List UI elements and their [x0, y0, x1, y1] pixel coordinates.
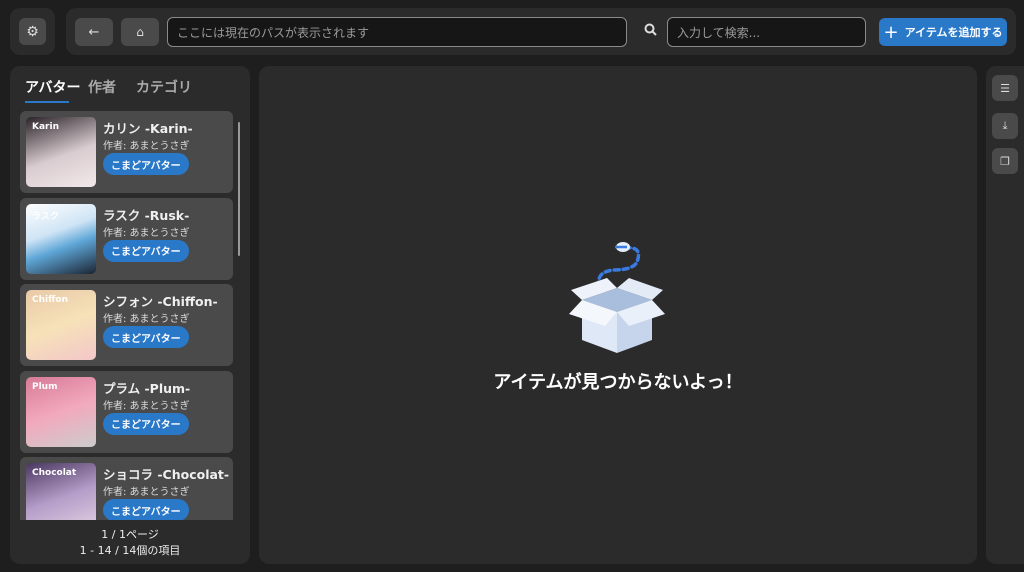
- item-count: 1 - 14 / 14個の項目: [79, 544, 181, 557]
- back-button[interactable]: ←: [75, 18, 113, 46]
- avatar-thumbnail: Chocolat: [26, 463, 96, 520]
- empty-box-icon: [567, 238, 667, 358]
- item-author: 作者: あまとうさぎ: [103, 141, 190, 152]
- download-icon: ⤓: [1002, 119, 1008, 132]
- item-name: ラスク -Rusk-: [103, 207, 190, 223]
- category-badge[interactable]: こまどアバター: [103, 153, 189, 175]
- home-button[interactable]: ⌂: [121, 18, 159, 46]
- item-name: ショコラ -Chocolat-: [103, 467, 230, 482]
- settings-panel: ⚙: [10, 8, 55, 55]
- active-tab-indicator: [25, 101, 69, 103]
- import-button[interactable]: ⤓: [992, 113, 1018, 139]
- avatar-item[interactable]: ラスク ラスク -Rusk- 作者: あまとうさぎ こまどアバター: [20, 197, 233, 280]
- avatar-thumbnail: ラスク: [26, 203, 96, 274]
- scrollbar[interactable]: [238, 122, 240, 256]
- path-input[interactable]: ここには現在のパスが表示されます: [167, 17, 627, 47]
- avatar-item[interactable]: Chiffon シフォン -Chiffon- 作者: あまとうさぎ こまどアバタ…: [20, 284, 233, 366]
- page-indicator: 1 / 1ページ: [101, 528, 159, 541]
- arrow-left-icon: ←: [88, 24, 100, 40]
- avatar-thumbnail: Plum: [26, 376, 96, 447]
- open-folder-button[interactable]: ❐: [992, 148, 1018, 174]
- toolbar: ← ⌂ ここには現在のパスが表示されます 入力して検索... + アイテムを追加す…: [66, 8, 1016, 55]
- tab-avatar[interactable]: アバター: [25, 77, 80, 97]
- category-badge[interactable]: こまどアバター: [103, 499, 189, 520]
- category-badge[interactable]: こまどアバター: [103, 239, 189, 262]
- item-name: シフォン -Chiffon-: [103, 294, 218, 309]
- item-author: 作者: あまとうさぎ: [103, 487, 190, 498]
- avatar-item[interactable]: Karin カリン -Karin- 作者: あまとうさぎ こまどアバター: [20, 111, 233, 193]
- avatar-item[interactable]: Plum プラム -Plum- 作者: あまとうさぎ こまどアバター: [20, 370, 233, 453]
- category-badge[interactable]: こまどアバター: [103, 412, 189, 435]
- item-author: 作者: あまとうさぎ: [103, 314, 190, 325]
- empty-message: アイテムが見つからないよっ！: [493, 372, 743, 393]
- avatar-item[interactable]: Chocolat ショコラ -Chocolat- 作者: あまとうさぎ こまどア…: [20, 457, 233, 520]
- plus-icon: +: [883, 21, 899, 43]
- category-badge[interactable]: こまどアバター: [103, 326, 189, 348]
- search-icon: [643, 22, 659, 38]
- avatar-thumbnail: Chiffon: [26, 290, 96, 360]
- tab-category[interactable]: カテゴリ: [136, 77, 192, 97]
- settings-button[interactable]: ⚙: [19, 18, 46, 45]
- item-name: プラム -Plum-: [103, 380, 191, 396]
- avatar-thumbnail: Karin: [26, 117, 96, 187]
- add-item-button[interactable]: + アイテムを追加する: [879, 18, 1007, 46]
- item-author: 作者: あまとうさぎ: [103, 227, 190, 239]
- right-toolbar: ☰ ⤓ ❐: [986, 66, 1024, 564]
- item-list: Karin カリン -Karin- 作者: あまとうさぎ こまどアバター ラスク …: [10, 108, 250, 520]
- home-icon: ⌂: [136, 25, 144, 39]
- item-author: 作者: あまとうさぎ: [103, 400, 190, 412]
- tab-author[interactable]: 作者: [88, 77, 116, 97]
- filter-search-button[interactable]: ☰: [992, 75, 1018, 101]
- main-content: アイテムが見つからないよっ！: [259, 66, 977, 564]
- filter-search-icon: ☰: [1000, 81, 1010, 95]
- item-name: カリン -Karin-: [103, 121, 193, 136]
- search-input[interactable]: 入力して検索...: [667, 17, 866, 47]
- folder-icon: ❐: [1000, 154, 1010, 168]
- gear-icon: ⚙: [26, 23, 39, 40]
